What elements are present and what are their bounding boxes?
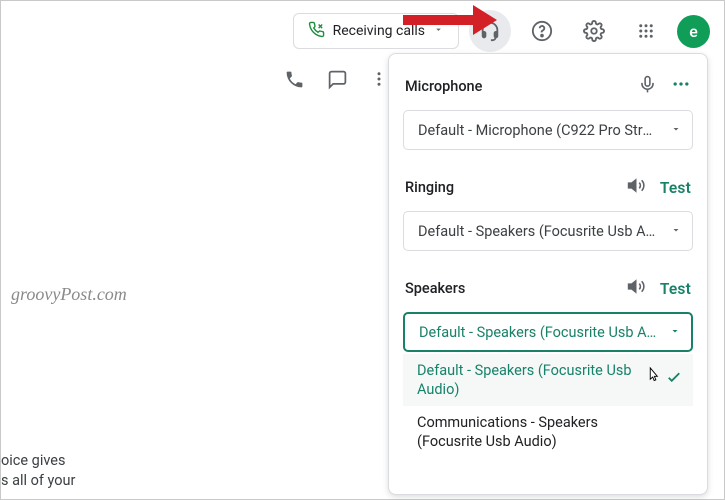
speaker-icon (627, 277, 646, 300)
ringing-select-value: Default - Speakers (Focusrite Usb Aud… (418, 223, 658, 240)
ringing-test-button[interactable]: Test (660, 179, 691, 197)
audio-settings-button[interactable] (469, 10, 511, 52)
help-button[interactable] (521, 10, 563, 52)
frag-line: oice gives (1, 451, 75, 471)
ringing-section-header: Ringing Test (405, 176, 691, 199)
top-bar: Receiving calls e (1, 1, 724, 61)
speakers-label: Speakers (405, 280, 465, 297)
microphone-more-icon[interactable] (671, 74, 691, 98)
speakers-option-selected[interactable]: Default - Speakers (Focusrite Usb Audio) (403, 354, 693, 406)
apps-button[interactable] (625, 10, 667, 52)
calls-icon (308, 21, 325, 42)
check-icon (665, 368, 683, 391)
chevron-down-icon (670, 122, 682, 139)
option-label: Communications - Speakers (Focusrite Usb… (417, 414, 598, 450)
ringing-select[interactable]: Default - Speakers (Focusrite Usb Aud… (403, 211, 693, 251)
chevron-down-icon (433, 23, 444, 39)
account-avatar[interactable]: e (677, 15, 710, 48)
body-text-fragment: oice gives s all of your (1, 451, 75, 491)
speakers-section-header: Speakers Test (405, 277, 691, 300)
ringing-label: Ringing (405, 179, 454, 196)
cursor-icon (646, 364, 663, 391)
chevron-down-icon (670, 223, 682, 240)
contact-action-row (284, 56, 388, 106)
speakers-dropdown: Default - Speakers (Focusrite Usb Audio)… (403, 352, 693, 458)
message-button[interactable] (327, 69, 348, 94)
chevron-down-icon (669, 324, 681, 341)
speakers-select-value: Default - Speakers (Focusrite Usb Aud… (419, 324, 659, 341)
microphone-section-header: Microphone (405, 74, 691, 98)
microphone-icon[interactable] (638, 75, 657, 98)
speakers-option[interactable]: Communications - Speakers (Focusrite Usb… (403, 406, 693, 458)
avatar-letter: e (689, 22, 698, 41)
microphone-label: Microphone (405, 78, 482, 95)
audio-settings-panel: Microphone Default - Microphone (C922 Pr… (388, 53, 708, 495)
microphone-select[interactable]: Default - Microphone (C922 Pro Strea… (403, 110, 693, 150)
more-button[interactable] (370, 70, 388, 92)
speaker-icon (627, 176, 646, 199)
watermark-text: groovyPost.com (11, 284, 127, 305)
speakers-test-button[interactable]: Test (660, 280, 691, 298)
speakers-select[interactable]: Default - Speakers (Focusrite Usb Aud… (403, 312, 693, 352)
call-button[interactable] (284, 69, 305, 94)
settings-button[interactable] (573, 10, 615, 52)
call-mode-chip[interactable]: Receiving calls (293, 13, 459, 49)
frag-line: s all of your (1, 471, 75, 491)
option-label: Default - Speakers (Focusrite Usb Audio) (417, 362, 631, 398)
microphone-select-value: Default - Microphone (C922 Pro Strea… (418, 122, 658, 139)
call-mode-label: Receiving calls (333, 23, 425, 39)
